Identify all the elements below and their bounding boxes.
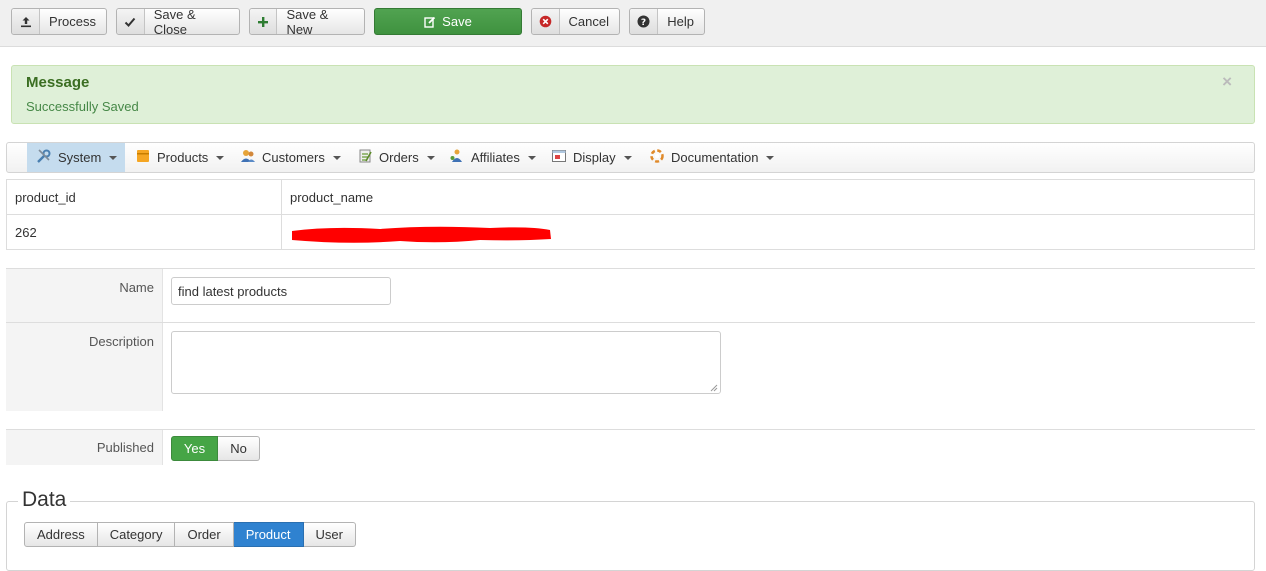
window-icon <box>551 148 567 167</box>
menu-item-documentation[interactable]: Documentation <box>640 143 783 172</box>
plus-icon <box>250 9 278 34</box>
cancel-button[interactable]: Cancel <box>531 8 620 35</box>
published-yes-button[interactable]: Yes <box>171 436 218 461</box>
check-icon <box>117 9 145 34</box>
edit-icon <box>424 9 436 34</box>
tab-category[interactable]: Category <box>97 522 176 547</box>
published-no-button[interactable]: No <box>218 436 260 461</box>
tab-order[interactable]: Order <box>175 522 234 547</box>
toolbar: Process Save & Close Save & New Save Can… <box>0 0 1266 47</box>
menu-item-display[interactable]: Display <box>542 143 641 172</box>
save-button[interactable]: Save <box>374 8 522 35</box>
name-input[interactable] <box>171 277 391 305</box>
menu-label-documentation: Documentation <box>671 150 759 165</box>
chevron-down-icon <box>216 155 225 160</box>
close-icon[interactable]: × <box>1222 72 1232 92</box>
save-close-button[interactable]: Save & Close <box>116 6 240 37</box>
save-close-button-label: Save & Close <box>153 6 196 37</box>
chevron-down-icon <box>766 155 775 160</box>
cell-product-id: 262 <box>6 214 282 250</box>
table-row: 262 <box>6 214 1255 250</box>
message-text: Successfully Saved <box>26 99 139 114</box>
save-new-button[interactable]: Save & New <box>249 6 365 37</box>
data-tabs: Address Category Order Product User <box>24 522 356 547</box>
column-header-product-id: product_id <box>6 179 282 215</box>
lifebuoy-icon <box>649 148 665 167</box>
menu-item-customers[interactable]: Customers <box>231 143 350 172</box>
tab-address[interactable]: Address <box>24 522 98 547</box>
success-message: Message Successfully Saved × <box>11 65 1255 124</box>
admin-menu-bar: System Products Customers Orders Affilia… <box>6 142 1255 173</box>
chevron-down-icon <box>623 155 632 160</box>
cancel-circle-icon <box>532 9 560 34</box>
data-legend: Data <box>18 488 71 512</box>
published-label: Published <box>6 430 163 465</box>
tab-user[interactable]: User <box>303 522 356 547</box>
wrench-icon <box>36 148 52 167</box>
product-table: product_id product_name 262 <box>6 179 1255 250</box>
name-label: Name <box>6 269 163 323</box>
menu-item-orders[interactable]: Orders <box>348 143 444 172</box>
svg-text:?: ? <box>641 18 646 28</box>
cancel-button-label: Cancel <box>568 14 609 29</box>
published-toggle: Yes No <box>171 436 260 461</box>
help-button[interactable]: ? Help <box>629 8 705 35</box>
menu-item-affiliates[interactable]: Affiliates <box>440 143 545 172</box>
process-button[interactable]: Process <box>11 8 107 35</box>
menu-label-customers: Customers <box>262 150 325 165</box>
upload-icon <box>12 9 41 34</box>
question-icon: ? <box>630 9 659 34</box>
menu-label-products: Products <box>157 150 209 165</box>
chevron-down-icon <box>109 155 118 160</box>
description-textarea[interactable] <box>171 331 721 394</box>
help-button-label: Help <box>667 14 694 29</box>
menu-item-products[interactable]: Products <box>126 143 233 172</box>
users-icon <box>240 148 256 167</box>
menu-label-affiliates: Affiliates <box>471 150 520 165</box>
menu-item-system[interactable]: System <box>27 143 125 172</box>
chevron-down-icon <box>426 155 435 160</box>
process-button-label: Process <box>49 14 96 29</box>
chevron-down-icon <box>527 155 536 160</box>
resize-handle-icon[interactable] <box>708 382 718 392</box>
save-new-button-label: Save & New <box>286 6 329 37</box>
menu-label-system: System <box>58 150 102 165</box>
description-label: Description <box>6 323 163 411</box>
chevron-down-icon <box>332 155 341 160</box>
box-icon <box>135 148 151 167</box>
message-heading: Message <box>26 74 90 91</box>
menu-label-orders: Orders <box>379 150 419 165</box>
column-header-product-name: product_name <box>281 179 1255 215</box>
affiliates-icon <box>449 148 465 167</box>
tab-product[interactable]: Product <box>233 522 304 547</box>
redaction-mark <box>292 226 551 243</box>
menu-label-display: Display <box>573 150 616 165</box>
clipboard-icon <box>357 148 373 167</box>
save-button-label: Save <box>442 14 472 29</box>
table-header-row: product_id product_name <box>6 179 1255 215</box>
